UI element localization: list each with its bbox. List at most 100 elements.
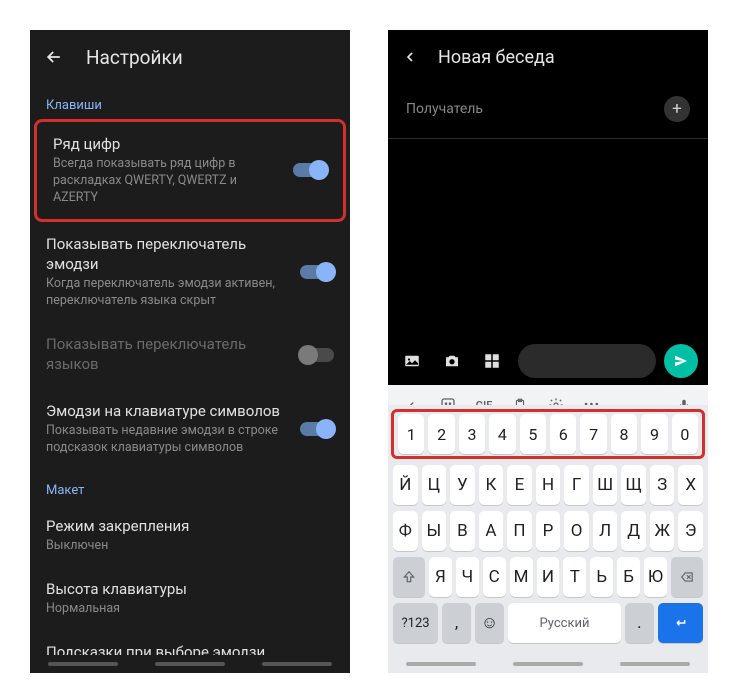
key-Д[interactable]: Д — [621, 511, 646, 551]
chat-screen: Новая беседа Получатель + GIF ••• 123456… — [388, 30, 708, 673]
toggle-on-icon[interactable] — [300, 265, 334, 279]
key-Й[interactable]: Й — [393, 465, 418, 505]
setting-dock-mode[interactable]: Режим закрепления Выключен — [30, 504, 350, 567]
key-А[interactable]: А — [479, 511, 504, 551]
item-sub: Всегда показывать ряд цифр в раскладках … — [53, 156, 283, 207]
key-9[interactable]: 9 — [641, 414, 667, 454]
comma-key[interactable]: , — [442, 603, 471, 643]
back-arrow-icon[interactable] — [44, 47, 64, 67]
key-Т[interactable]: Т — [563, 557, 586, 597]
shift-key[interactable] — [393, 557, 425, 597]
enter-key[interactable] — [658, 603, 703, 643]
add-recipient-button[interactable]: + — [664, 96, 690, 122]
message-input[interactable] — [518, 344, 656, 378]
item-sub: Когда переключатель эмодзи активен, пере… — [46, 276, 290, 310]
kb-row-1: ЙЦУКЕНГШЩЗХ — [391, 465, 705, 505]
setting-number-row[interactable]: Ряд цифр Всегда показывать ряд цифр в ра… — [37, 122, 343, 219]
item-title: Высота клавиатуры — [46, 579, 290, 599]
key-Е[interactable]: Е — [507, 465, 532, 505]
toggle-off-icon — [300, 348, 334, 362]
key-У[interactable]: У — [450, 465, 475, 505]
key-Ф[interactable]: Ф — [393, 511, 418, 551]
highlight-number-row: Ряд цифр Всегда показывать ряд цифр в ра… — [34, 119, 346, 222]
key-1[interactable]: 1 — [398, 414, 424, 454]
item-title: Эмодзи на клавиатуре символов — [46, 401, 290, 421]
apps-icon[interactable] — [478, 347, 506, 375]
setting-emoji-switch[interactable]: Показывать переключатель эмодзи Когда пе… — [30, 222, 350, 322]
setting-lang-switch: Показывать переключатель языков — [30, 322, 350, 389]
key-Ы[interactable]: Ы — [422, 511, 447, 551]
recipient-label: Получатель — [406, 101, 664, 117]
nav-bar — [388, 655, 708, 673]
recipient-row[interactable]: Получатель + — [388, 84, 708, 139]
key-И[interactable]: И — [537, 557, 560, 597]
emoji-key[interactable]: ☺ — [475, 603, 504, 643]
chat-header: Новая беседа — [388, 30, 708, 84]
key-3[interactable]: 3 — [459, 414, 485, 454]
key-В[interactable]: В — [450, 511, 475, 551]
kb-row-2: ФЫВАПРОЛДЖЭ — [391, 511, 705, 551]
key-Э[interactable]: Э — [678, 511, 703, 551]
key-Р[interactable]: Р — [536, 511, 561, 551]
key-М[interactable]: М — [510, 557, 533, 597]
nav-back[interactable] — [406, 662, 476, 666]
setting-emoji-symbols[interactable]: Эмодзи на клавиатуре символов Показывать… — [30, 389, 350, 469]
key-Щ[interactable]: Щ — [621, 465, 646, 505]
symbols-key[interactable]: ?123 — [393, 603, 438, 643]
period-key[interactable]: . — [625, 603, 654, 643]
nav-bar — [30, 655, 350, 673]
key-З[interactable]: З — [650, 465, 675, 505]
key-7[interactable]: 7 — [580, 414, 606, 454]
item-sub: Выключен — [46, 538, 290, 555]
key-8[interactable]: 8 — [611, 414, 637, 454]
key-П[interactable]: П — [507, 511, 532, 551]
key-Б[interactable]: Б — [617, 557, 640, 597]
key-Ш[interactable]: Ш — [593, 465, 618, 505]
key-Ц[interactable]: Ц — [422, 465, 447, 505]
key-Г[interactable]: Г — [564, 465, 589, 505]
key-2[interactable]: 2 — [428, 414, 454, 454]
key-С[interactable]: С — [483, 557, 506, 597]
key-Ч[interactable]: Ч — [456, 557, 479, 597]
item-sub: Показывать недавние эмодзи в строке подс… — [46, 423, 290, 457]
kb-row-numbers: 1234567890 — [396, 414, 700, 454]
key-Ж[interactable]: Ж — [650, 511, 675, 551]
item-sub: Нормальная — [46, 601, 290, 618]
section-layout: Макет — [30, 469, 350, 504]
key-4[interactable]: 4 — [489, 414, 515, 454]
nav-back[interactable] — [48, 662, 118, 666]
toggle-on-icon[interactable] — [293, 163, 327, 177]
keyboard: 1234567890 ЙЦУКЕНГШЩЗХ ФЫВАПРОЛДЖЭ ЯЧСМИ… — [388, 405, 708, 655]
key-Ю[interactable]: Ю — [644, 557, 667, 597]
toggle-on-icon[interactable] — [300, 422, 334, 436]
back-chevron-icon[interactable] — [402, 49, 418, 65]
key-Ь[interactable]: Ь — [590, 557, 613, 597]
item-title: Показывать переключатель эмодзи — [46, 234, 290, 275]
gallery-icon[interactable] — [398, 347, 426, 375]
camera-icon[interactable] — [438, 347, 466, 375]
highlight-number-keys: 1234567890 — [391, 409, 705, 459]
key-Х[interactable]: Х — [678, 465, 703, 505]
key-О[interactable]: О — [564, 511, 589, 551]
settings-title: Настройки — [86, 46, 183, 69]
nav-recent[interactable] — [262, 662, 332, 666]
backspace-key[interactable] — [671, 557, 703, 597]
key-0[interactable]: 0 — [672, 414, 698, 454]
key-Л[interactable]: Л — [593, 511, 618, 551]
item-title: Режим закрепления — [46, 516, 290, 536]
space-key[interactable]: Русский — [508, 603, 621, 643]
nav-home[interactable] — [513, 662, 583, 666]
compose-bar — [388, 337, 708, 385]
settings-screen: Настройки Клавиши Ряд цифр Всегда показы… — [30, 30, 350, 673]
key-Н[interactable]: Н — [536, 465, 561, 505]
send-button[interactable] — [664, 344, 698, 378]
setting-kb-height[interactable]: Высота клавиатуры Нормальная — [30, 567, 350, 630]
key-Я[interactable]: Я — [429, 557, 452, 597]
key-6[interactable]: 6 — [550, 414, 576, 454]
kb-row-3: ЯЧСМИТЬБЮ — [391, 557, 705, 597]
chat-title: Новая беседа — [438, 47, 555, 68]
key-5[interactable]: 5 — [520, 414, 546, 454]
nav-home[interactable] — [155, 662, 225, 666]
nav-recent[interactable] — [620, 662, 690, 666]
key-К[interactable]: К — [479, 465, 504, 505]
